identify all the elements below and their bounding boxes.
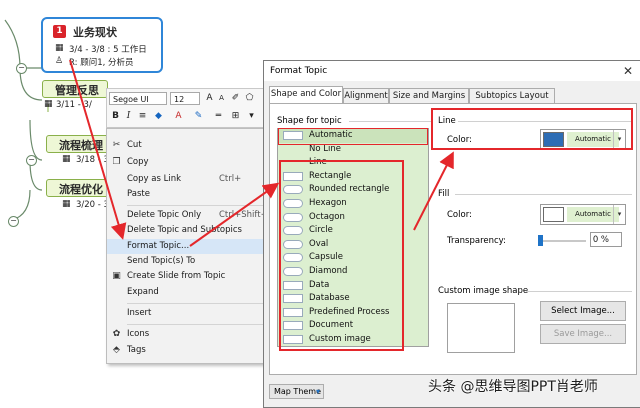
calendar-icon: ▦ (62, 199, 71, 209)
font-size-select[interactable]: 12 (170, 92, 200, 105)
topic[interactable]: 管理反思 (42, 80, 108, 98)
chevron-down-icon: ▾ (315, 387, 320, 396)
topic-selected[interactable]: 1 业务现状 ▦ 3/4 - 3/8 : 5 工作日 ♙ R: 顾问1, 分析员 (41, 17, 163, 73)
menu-separator (127, 324, 267, 325)
person-icon: ♙ (55, 56, 64, 66)
font-color-icon[interactable]: A (172, 110, 185, 123)
fill-color-icon[interactable]: ◆ (152, 110, 165, 123)
group-divider (455, 194, 632, 195)
font-name-select[interactable]: Segoe UI (109, 92, 167, 105)
menu-item-delete-topic-and-subtopics[interactable]: Delete Topic and Subtopics (107, 223, 272, 238)
highlight-box-shapes (279, 160, 404, 351)
menu-item-copy-as-link[interactable]: Copy as Link Ctrl+ (107, 172, 272, 187)
format-painter-icon[interactable]: ⊞ (229, 110, 242, 123)
italic-icon[interactable]: I (122, 110, 135, 123)
copy-icon: ❐ (112, 157, 121, 167)
group-divider (526, 291, 632, 292)
menu-item-cut[interactable]: ✂ Cut (107, 138, 272, 153)
shape-preview-icon (283, 145, 303, 154)
fill-color-picker[interactable]: Automatic ▾ (540, 204, 626, 225)
align-icon[interactable]: ≡ (136, 110, 149, 123)
topic[interactable]: 流程梳理 (46, 135, 110, 153)
collapse-toggle[interactable]: − (26, 155, 37, 166)
highlight-box-line (431, 108, 633, 150)
menu-item-delete-topic-only[interactable]: Delete Topic Only Ctrl+Shift+D (107, 208, 274, 223)
icons-icon: ✿ (112, 329, 121, 339)
tab-subtopics-layout[interactable]: Subtopics Layout (469, 88, 555, 103)
transparency-input[interactable]: 0 % (590, 232, 622, 247)
dialog-titlebar[interactable]: Format Topic ✕ (264, 61, 640, 81)
custom-image-section-label: Custom image shape (438, 286, 529, 296)
scissors-icon: ✂ (112, 140, 121, 150)
menu-item-format-topic[interactable]: Format Topic... (107, 239, 272, 254)
menu-item-insert[interactable]: Insert (107, 306, 272, 321)
dialog-title: Format Topic (270, 66, 328, 76)
save-image-button[interactable]: Save Image... (540, 324, 626, 344)
chevron-down-icon: ▾ (613, 205, 625, 224)
tag-icon: ⬘ (113, 345, 120, 355)
fill-color-swatch (543, 207, 564, 222)
topic-detail: R: 顾问1, 分析员 (69, 58, 134, 68)
tab-alignment[interactable]: Alignment (343, 88, 389, 103)
slide-icon: ▣ (112, 271, 121, 281)
shrink-font-icon[interactable]: A (215, 92, 228, 105)
more-icon[interactable]: ▾ (245, 110, 258, 123)
topic-title: 业务现状 (73, 26, 117, 39)
format-mini-toolbar: Segoe UI 12 A A ✐ ⬠ B I ≡ ◆ A ✎ ═ ⊞ ▾ (106, 88, 272, 128)
map-theme-button[interactable]: Map Theme ▾ (269, 384, 324, 399)
menu-item-create-slide[interactable]: ▣ Create Slide from Topic (107, 269, 272, 284)
calendar-icon: ▦ (55, 43, 64, 53)
shape-icon[interactable]: ⬠ (243, 92, 256, 105)
group-divider (349, 121, 431, 122)
custom-image-preview (447, 303, 515, 353)
select-image-button[interactable]: Select Image... (540, 301, 626, 321)
close-icon[interactable]: ✕ (620, 63, 636, 79)
menu-item-copy[interactable]: ❐ Copy (107, 155, 272, 170)
topic-title: 管理反思 (55, 84, 99, 97)
line-color-icon[interactable]: ✎ (192, 110, 205, 123)
line-style-icon[interactable]: ═ (212, 110, 225, 123)
topic-title: 流程梳理 (59, 139, 103, 152)
watermark-text: 头条 @思维导图PPT肖老师 (428, 379, 598, 395)
menu-item-paste[interactable]: Paste (107, 187, 272, 202)
menu-item-expand[interactable]: Expand (107, 285, 272, 300)
calendar-icon: ▦ (62, 154, 71, 164)
topic-detail: 3/11 - 3/ (56, 100, 92, 110)
topic-detail: 3/4 - 3/8 : 5 工作日 (69, 45, 147, 55)
context-menu: ✂ Cut ❐ Copy Copy as Link Ctrl+ Paste De… (106, 128, 274, 364)
tab-shape-and-color[interactable]: Shape and Color (269, 86, 343, 104)
transparency-slider-track[interactable] (538, 240, 586, 242)
highlight-box-automatic (278, 128, 428, 145)
fill-section-label: Fill (438, 189, 450, 199)
menu-separator (127, 205, 267, 206)
transparency-label: Transparency: (447, 236, 506, 246)
collapse-toggle[interactable]: − (16, 63, 27, 74)
transparency-slider-thumb[interactable] (538, 235, 543, 246)
topic-title: 流程优化 (59, 183, 103, 196)
menu-item-send-topics-to[interactable]: Send Topic(s) To (107, 254, 272, 269)
menu-item-tags[interactable]: ⬘ Tags (107, 343, 272, 358)
clear-format-icon[interactable]: ✐ (229, 92, 242, 105)
bold-icon[interactable]: B (109, 110, 122, 123)
topic[interactable]: 流程优化 (46, 179, 110, 197)
tab-size-and-margins[interactable]: Size and Margins (389, 88, 469, 103)
menu-item-icons[interactable]: ✿ Icons (107, 327, 272, 342)
fill-color-label: Color: (447, 210, 472, 220)
calendar-icon: ▦ (44, 99, 53, 109)
menu-separator (127, 303, 267, 304)
priority-badge: 1 (53, 25, 66, 38)
shape-section-label: Shape for topic (277, 116, 342, 126)
collapse-toggle[interactable]: − (8, 216, 19, 227)
